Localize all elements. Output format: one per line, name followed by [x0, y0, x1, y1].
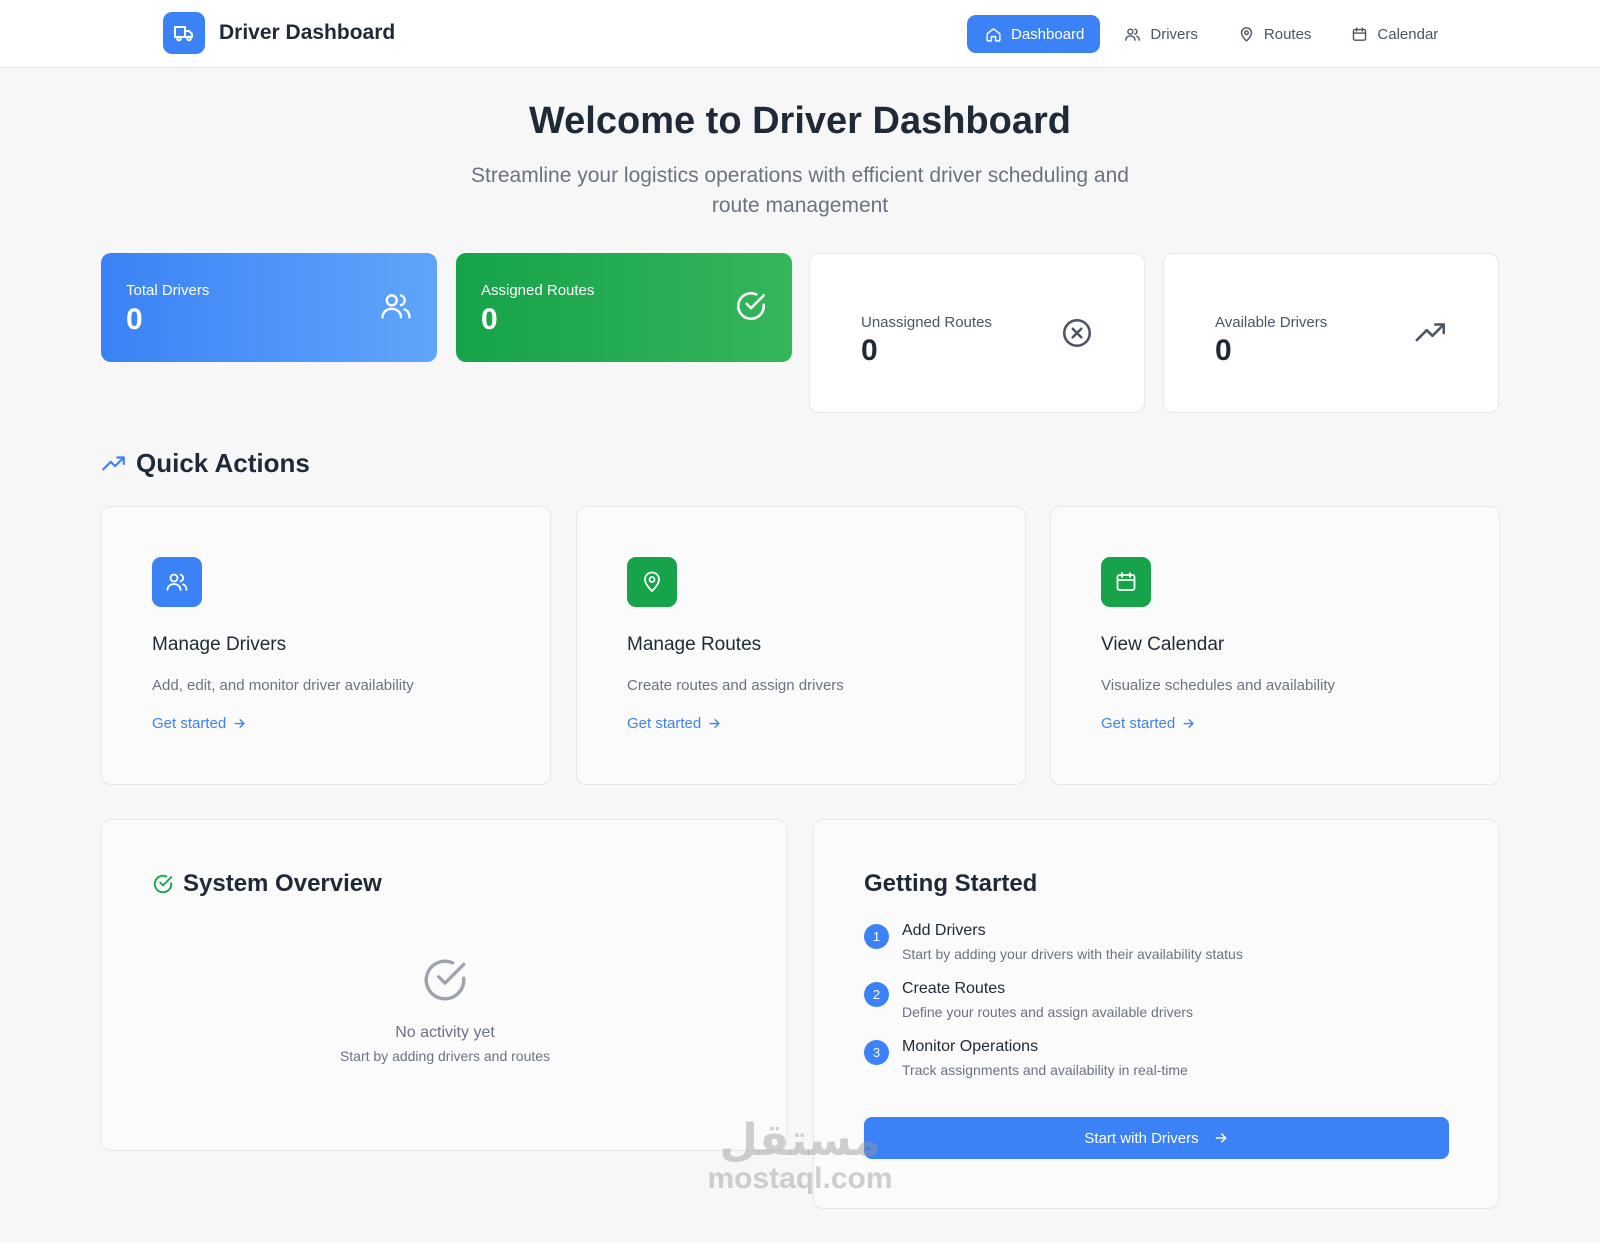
watermark-arabic: مستقل [719, 1116, 881, 1165]
map-pin-icon [1240, 26, 1253, 42]
x-circle-icon [1062, 318, 1092, 348]
truck-icon [163, 12, 205, 54]
nav-routes[interactable]: Routes [1220, 15, 1328, 53]
quick-action-manage-drivers[interactable]: Manage Drivers Add, edit, and monitor dr… [101, 506, 551, 785]
arrow-right-icon [234, 719, 245, 728]
step-title: Monitor Operations [902, 1038, 1039, 1055]
quick-action-view-calendar[interactable]: View Calendar Visualize schedules and av… [1050, 506, 1500, 785]
get-started-link[interactable]: Get started [152, 715, 247, 732]
check-circle-icon [736, 291, 766, 321]
quick-action-title: View Calendar [1101, 634, 1225, 655]
trending-up-icon [102, 455, 125, 470]
empty-state-title: No activity yet [395, 1024, 495, 1041]
nav-calendar-label: Calendar [1377, 25, 1439, 43]
watermark-latin: mostaql.com [707, 1162, 893, 1195]
calendar-icon [1353, 26, 1367, 41]
step-item: 2 Create Routes Define your routes and a… [864, 980, 1193, 1020]
main-nav: Dashboard Drivers Routes Calendar [967, 15, 1460, 53]
getting-started-panel: Getting Started 1 Add Drivers Start by a… [813, 819, 1499, 1209]
step-description: Define your routes and assign available … [902, 1004, 1194, 1020]
users-icon [1125, 27, 1141, 41]
brand[interactable]: Driver Dashboard [163, 12, 395, 54]
stat-value: 0 [1215, 334, 1232, 367]
start-with-drivers-button[interactable]: Start with Drivers [864, 1117, 1449, 1159]
nav-drivers-label: Drivers [1150, 25, 1198, 43]
trending-up-icon [1415, 323, 1446, 342]
stat-label: Assigned Routes [481, 282, 595, 299]
step-number: 2 [864, 982, 889, 1007]
step-number: 1 [864, 924, 889, 949]
users-icon [381, 294, 411, 319]
get-started-label: Get started [1101, 715, 1176, 732]
stat-card-assigned-routes: Assigned Routes 0 [456, 253, 792, 362]
app-title: Driver Dashboard [219, 21, 396, 44]
quick-action-title: Manage Drivers [152, 634, 287, 655]
nav-dashboard-label: Dashboard [1011, 25, 1085, 43]
step-number: 3 [864, 1040, 889, 1065]
quick-action-description: Add, edit, and monitor driver availabili… [152, 677, 414, 694]
users-icon [152, 557, 202, 607]
get-started-link[interactable]: Get started [627, 715, 722, 732]
nav-routes-label: Routes [1263, 25, 1312, 43]
home-icon [986, 27, 1001, 42]
start-with-drivers-label: Start with Drivers [1084, 1129, 1199, 1147]
system-overview-heading: System Overview [152, 870, 382, 898]
stat-label: Total Drivers [126, 282, 210, 299]
quick-action-manage-routes[interactable]: Manage Routes Create routes and assign d… [576, 506, 1026, 785]
top-navbar: Driver Dashboard Dashboard Drivers Route… [0, 0, 1600, 68]
map-pin-icon [627, 557, 677, 607]
quick-action-title: Manage Routes [627, 634, 762, 655]
step-description: Track assignments and availability in re… [902, 1062, 1188, 1078]
arrow-right-icon [1215, 1133, 1226, 1143]
stat-value: 0 [861, 334, 878, 367]
nav-calendar[interactable]: Calendar [1333, 15, 1454, 53]
nav-dashboard[interactable]: Dashboard [967, 15, 1101, 53]
system-overview-title: System Overview [183, 870, 382, 897]
step-description: Start by adding your drivers with their … [902, 946, 1243, 962]
step-title: Add Drivers [902, 922, 986, 939]
stat-card-available-drivers: Available Drivers 0 [1163, 253, 1499, 413]
stat-label: Available Drivers [1215, 314, 1328, 331]
calendar-icon [1101, 557, 1151, 607]
page-title: Welcome to Driver Dashboard [528, 100, 1071, 142]
stat-card-total-drivers: Total Drivers 0 [101, 253, 437, 362]
quick-action-description: Visualize schedules and availability [1101, 677, 1336, 694]
quick-action-description: Create routes and assign drivers [627, 677, 844, 694]
step-item: 3 Monitor Operations Track assignments a… [864, 1038, 1188, 1078]
step-item: 1 Add Drivers Start by adding your drive… [864, 922, 1243, 962]
step-title: Create Routes [902, 980, 1006, 997]
getting-started-heading: Getting Started [864, 870, 1038, 897]
watermark: مستقل mostaql.com [700, 1118, 900, 1194]
check-circle-icon [424, 959, 466, 1001]
empty-state-subtitle: Start by adding drivers and routes [339, 1048, 551, 1064]
stat-value: 0 [126, 303, 143, 336]
quick-actions-title: Quick Actions [136, 448, 310, 478]
nav-drivers[interactable]: Drivers [1106, 15, 1214, 53]
get-started-label: Get started [152, 715, 227, 732]
check-circle-icon [153, 874, 173, 894]
get-started-link[interactable]: Get started [1101, 715, 1196, 732]
page-subtitle: Streamline your logistics operations wit… [471, 164, 1129, 217]
arrow-right-icon [709, 719, 720, 728]
arrow-right-icon [1183, 719, 1194, 728]
get-started-label: Get started [627, 715, 702, 732]
stat-label: Unassigned Routes [861, 314, 992, 331]
stat-value: 0 [481, 303, 498, 336]
stat-card-unassigned-routes: Unassigned Routes 0 [809, 253, 1145, 413]
system-overview-panel: System Overview No activity yet Start by… [101, 819, 787, 1151]
quick-actions-heading: Quick Actions [101, 448, 310, 479]
